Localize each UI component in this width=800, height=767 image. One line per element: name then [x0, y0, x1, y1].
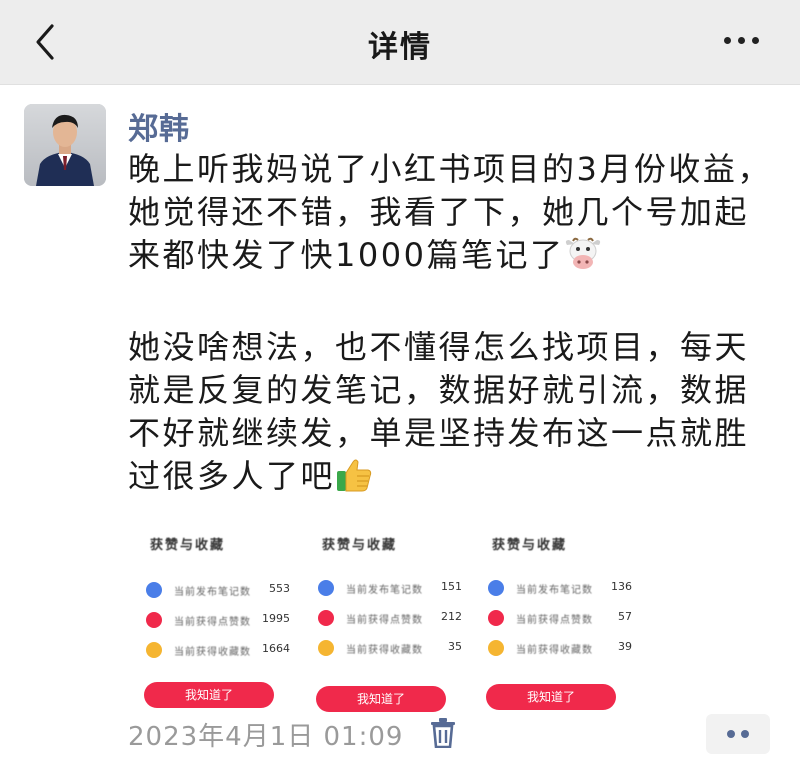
stat-value: 212 — [441, 610, 462, 623]
stat-row: 当前获得点赞数 212 — [318, 608, 468, 630]
stat-row: 当前获得收藏数 35 — [318, 638, 468, 660]
note-icon — [146, 582, 162, 598]
note-icon — [488, 580, 504, 596]
comment-like-button[interactable] — [706, 714, 770, 754]
stat-value: 553 — [269, 582, 290, 595]
star-icon — [488, 640, 504, 656]
post-paragraph: 晚上听我妈说了小红书项目的3月份收益，她觉得还不错，我看了下，她几个号加起来都快… — [128, 148, 778, 283]
author-name[interactable]: 郑韩 — [128, 104, 190, 148]
trash-icon[interactable] — [430, 718, 456, 749]
stat-label: 当前获得收藏数 — [174, 647, 251, 658]
thumbnail-heading: 获赞与收藏 — [322, 538, 398, 553]
stat-label: 当前获得点赞数 — [516, 615, 593, 626]
image-grid: 获赞与收藏 当前发布笔记数 553 当前获得点赞数 1995 当前获得收藏数 1… — [128, 532, 778, 718]
thumbs-up-emoji — [335, 457, 373, 504]
stat-value: 151 — [441, 580, 462, 593]
got-it-button[interactable]: 我知道了 — [486, 684, 616, 710]
more-dot — [727, 730, 735, 738]
stat-value: 1995 — [262, 612, 290, 625]
heart-icon — [488, 610, 504, 626]
stat-value: 57 — [618, 610, 632, 623]
star-icon — [146, 642, 162, 658]
stat-value: 136 — [611, 580, 632, 593]
more-options-icon[interactable] — [720, 30, 764, 50]
screenshot-thumbnail[interactable]: 获赞与收藏 当前发布笔记数 553 当前获得点赞数 1995 当前获得收藏数 1… — [136, 532, 298, 718]
stat-value: 1664 — [262, 642, 290, 655]
stat-row: 当前发布笔记数 553 — [146, 580, 296, 602]
post-content: 晚上听我妈说了小红书项目的3月份收益，她觉得还不错，我看了下，她几个号加起来都快… — [128, 148, 778, 504]
stat-label: 当前获得点赞数 — [174, 617, 251, 628]
stat-value: 39 — [618, 640, 632, 653]
thumbnail-heading: 获赞与收藏 — [150, 538, 226, 553]
page-title: 详情 — [368, 30, 432, 65]
stat-label: 当前获得点赞数 — [346, 615, 423, 626]
stat-row: 当前获得收藏数 1664 — [146, 640, 296, 662]
stat-value: 35 — [448, 640, 462, 653]
more-dot — [741, 730, 749, 738]
star-icon — [318, 640, 334, 656]
stat-row: 当前获得点赞数 1995 — [146, 610, 296, 632]
stat-label: 当前发布笔记数 — [516, 585, 593, 596]
screenshot-thumbnail[interactable]: 获赞与收藏 当前发布笔记数 136 当前获得点赞数 57 当前获得收藏数 39 … — [478, 532, 640, 718]
post-paragraph: 她没啥想法，也不懂得怎么找项目，每天就是反复的发笔记，数据好就引流，数据不好就继… — [128, 326, 778, 504]
stat-row: 当前发布笔记数 151 — [318, 578, 468, 600]
stat-row: 当前发布笔记数 136 — [488, 578, 638, 600]
avatar[interactable] — [24, 104, 106, 186]
heart-icon — [318, 610, 334, 626]
screenshot-thumbnail[interactable]: 获赞与收藏 当前发布笔记数 151 当前获得点赞数 212 当前获得收藏数 35… — [308, 532, 470, 718]
stat-row: 当前获得点赞数 57 — [488, 608, 638, 630]
heart-icon — [146, 612, 162, 628]
post-timestamp: 2023年4月1日 01:09 — [128, 722, 404, 752]
cow-face-emoji — [564, 236, 602, 283]
thumbnail-heading: 获赞与收藏 — [492, 538, 568, 553]
stat-label: 当前发布笔记数 — [174, 587, 251, 598]
got-it-button[interactable]: 我知道了 — [144, 682, 274, 708]
nav-bar: 详情 — [0, 0, 800, 85]
got-it-button[interactable]: 我知道了 — [316, 686, 446, 712]
note-icon — [318, 580, 334, 596]
stat-label: 当前获得收藏数 — [346, 645, 423, 656]
stat-label: 当前发布笔记数 — [346, 585, 423, 596]
stat-row: 当前获得收藏数 39 — [488, 638, 638, 660]
stat-label: 当前获得收藏数 — [516, 645, 593, 656]
